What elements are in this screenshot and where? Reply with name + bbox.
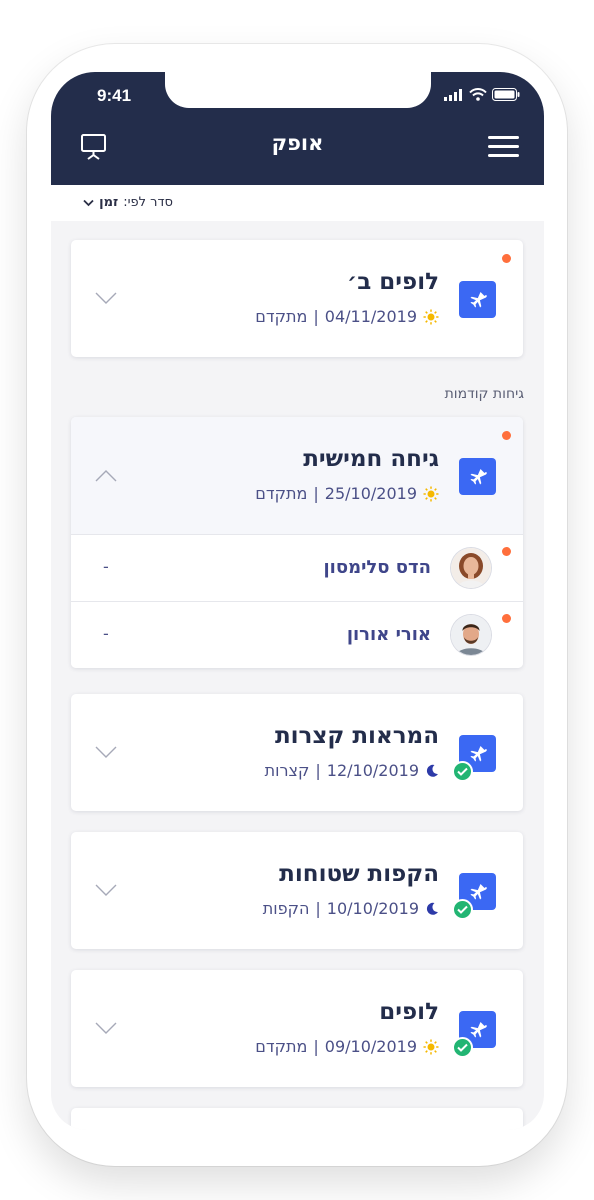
meta-separator: | [313, 484, 319, 503]
check-icon [452, 761, 473, 782]
card-meta: 10/10/2019 | הקפות [263, 899, 439, 918]
new-indicator-dot [502, 254, 511, 263]
card-title: גיחה חמישית [303, 446, 439, 472]
flight-card[interactable]: המראות קצרות 12/10/2019 | קצרות [71, 694, 523, 811]
participant-row[interactable]: הדס סלימסון - [71, 534, 523, 601]
sort-dropdown[interactable]: סדר לפי: זמן [83, 195, 173, 210]
sort-value: זמן [99, 195, 119, 210]
card-meta: 25/10/2019 | מתקדם [255, 484, 439, 503]
wifi-icon [469, 88, 487, 101]
card-date: 10/10/2019 [326, 899, 419, 918]
card-type: מתקדם [255, 1037, 308, 1056]
participant-value: - [103, 557, 109, 576]
chevron-down-icon[interactable] [95, 884, 117, 897]
flight-card-expanded[interactable]: גיחה חמישית 25/10/2019 | מתקדם הדס סלימס… [71, 417, 523, 668]
card-type: הקפות [262, 899, 310, 918]
card-date: 09/10/2019 [324, 1037, 417, 1056]
meta-separator: | [313, 307, 319, 326]
menu-line [488, 154, 519, 157]
card-title: הקפות שטוחות [279, 861, 439, 887]
chevron-up-icon[interactable] [95, 469, 117, 482]
phone-notch [165, 72, 431, 108]
participant-name: אורי אורון [346, 624, 431, 645]
new-indicator-dot [502, 431, 511, 440]
participant-row[interactable]: אורי אורון - [71, 601, 523, 668]
card-meta: 12/10/2019 | קצרות [265, 761, 439, 780]
status-icons [444, 88, 520, 101]
participant-value: - [103, 624, 109, 643]
flight-card[interactable]: לופים ב׳ 04/11/2019 | מתקדם [71, 240, 523, 357]
card-date: 04/11/2019 [324, 307, 417, 326]
page-title: אופק [271, 131, 324, 155]
meta-separator: | [315, 761, 321, 780]
app-screen: 9:41 אופק סדר לפי: זמן לופים ב׳ 04/11/20… [51, 72, 544, 1130]
menu-line [488, 136, 519, 139]
chevron-down-icon[interactable] [95, 1022, 117, 1035]
participant-name: הדס סלימסון [323, 557, 432, 578]
signal-icon [444, 88, 462, 101]
plane-icon [459, 281, 496, 318]
check-icon [452, 1037, 473, 1058]
chevron-down-icon [83, 199, 94, 206]
sort-label: סדר לפי: [123, 195, 173, 210]
new-indicator-dot [502, 614, 511, 623]
flight-card[interactable]: הקפות שטוחות 10/10/2019 | הקפות [71, 832, 523, 949]
card-type: מתקדם [255, 484, 308, 503]
meta-separator: | [315, 899, 321, 918]
sun-icon [423, 1039, 439, 1054]
sort-bar: סדר לפי: זמן [51, 185, 544, 221]
card-title: לופים ב׳ [347, 269, 439, 295]
card-title: לופים [379, 999, 439, 1025]
battery-icon [492, 88, 520, 101]
section-label-previous: גיחות קודמות [444, 386, 524, 402]
sun-icon [423, 309, 439, 324]
plane-icon [459, 458, 496, 495]
meta-separator: | [313, 1037, 319, 1056]
card-type: קצרות [264, 761, 310, 780]
moon-icon [426, 902, 438, 915]
chevron-down-icon[interactable] [95, 746, 117, 759]
card-meta: 04/11/2019 | מתקדם [255, 307, 439, 326]
menu-button[interactable] [488, 136, 519, 158]
avatar [451, 615, 491, 655]
new-indicator-dot [502, 547, 511, 556]
avatar [451, 548, 491, 588]
card-title: המראות קצרות [274, 723, 439, 749]
card-date: 25/10/2019 [324, 484, 417, 503]
flight-card[interactable]: לופים 09/10/2019 | מתקדם [71, 970, 523, 1087]
card-meta: 09/10/2019 | מתקדם [255, 1037, 439, 1056]
check-icon [452, 899, 473, 920]
status-time: 9:41 [97, 86, 132, 105]
menu-line [488, 145, 519, 148]
sun-icon [423, 486, 439, 501]
chevron-down-icon[interactable] [95, 292, 117, 305]
moon-icon [426, 764, 438, 777]
app-header: 9:41 אופק [51, 72, 544, 185]
card-type: מתקדם [255, 307, 308, 326]
flight-card-partial[interactable] [71, 1108, 523, 1130]
card-date: 12/10/2019 [326, 761, 419, 780]
